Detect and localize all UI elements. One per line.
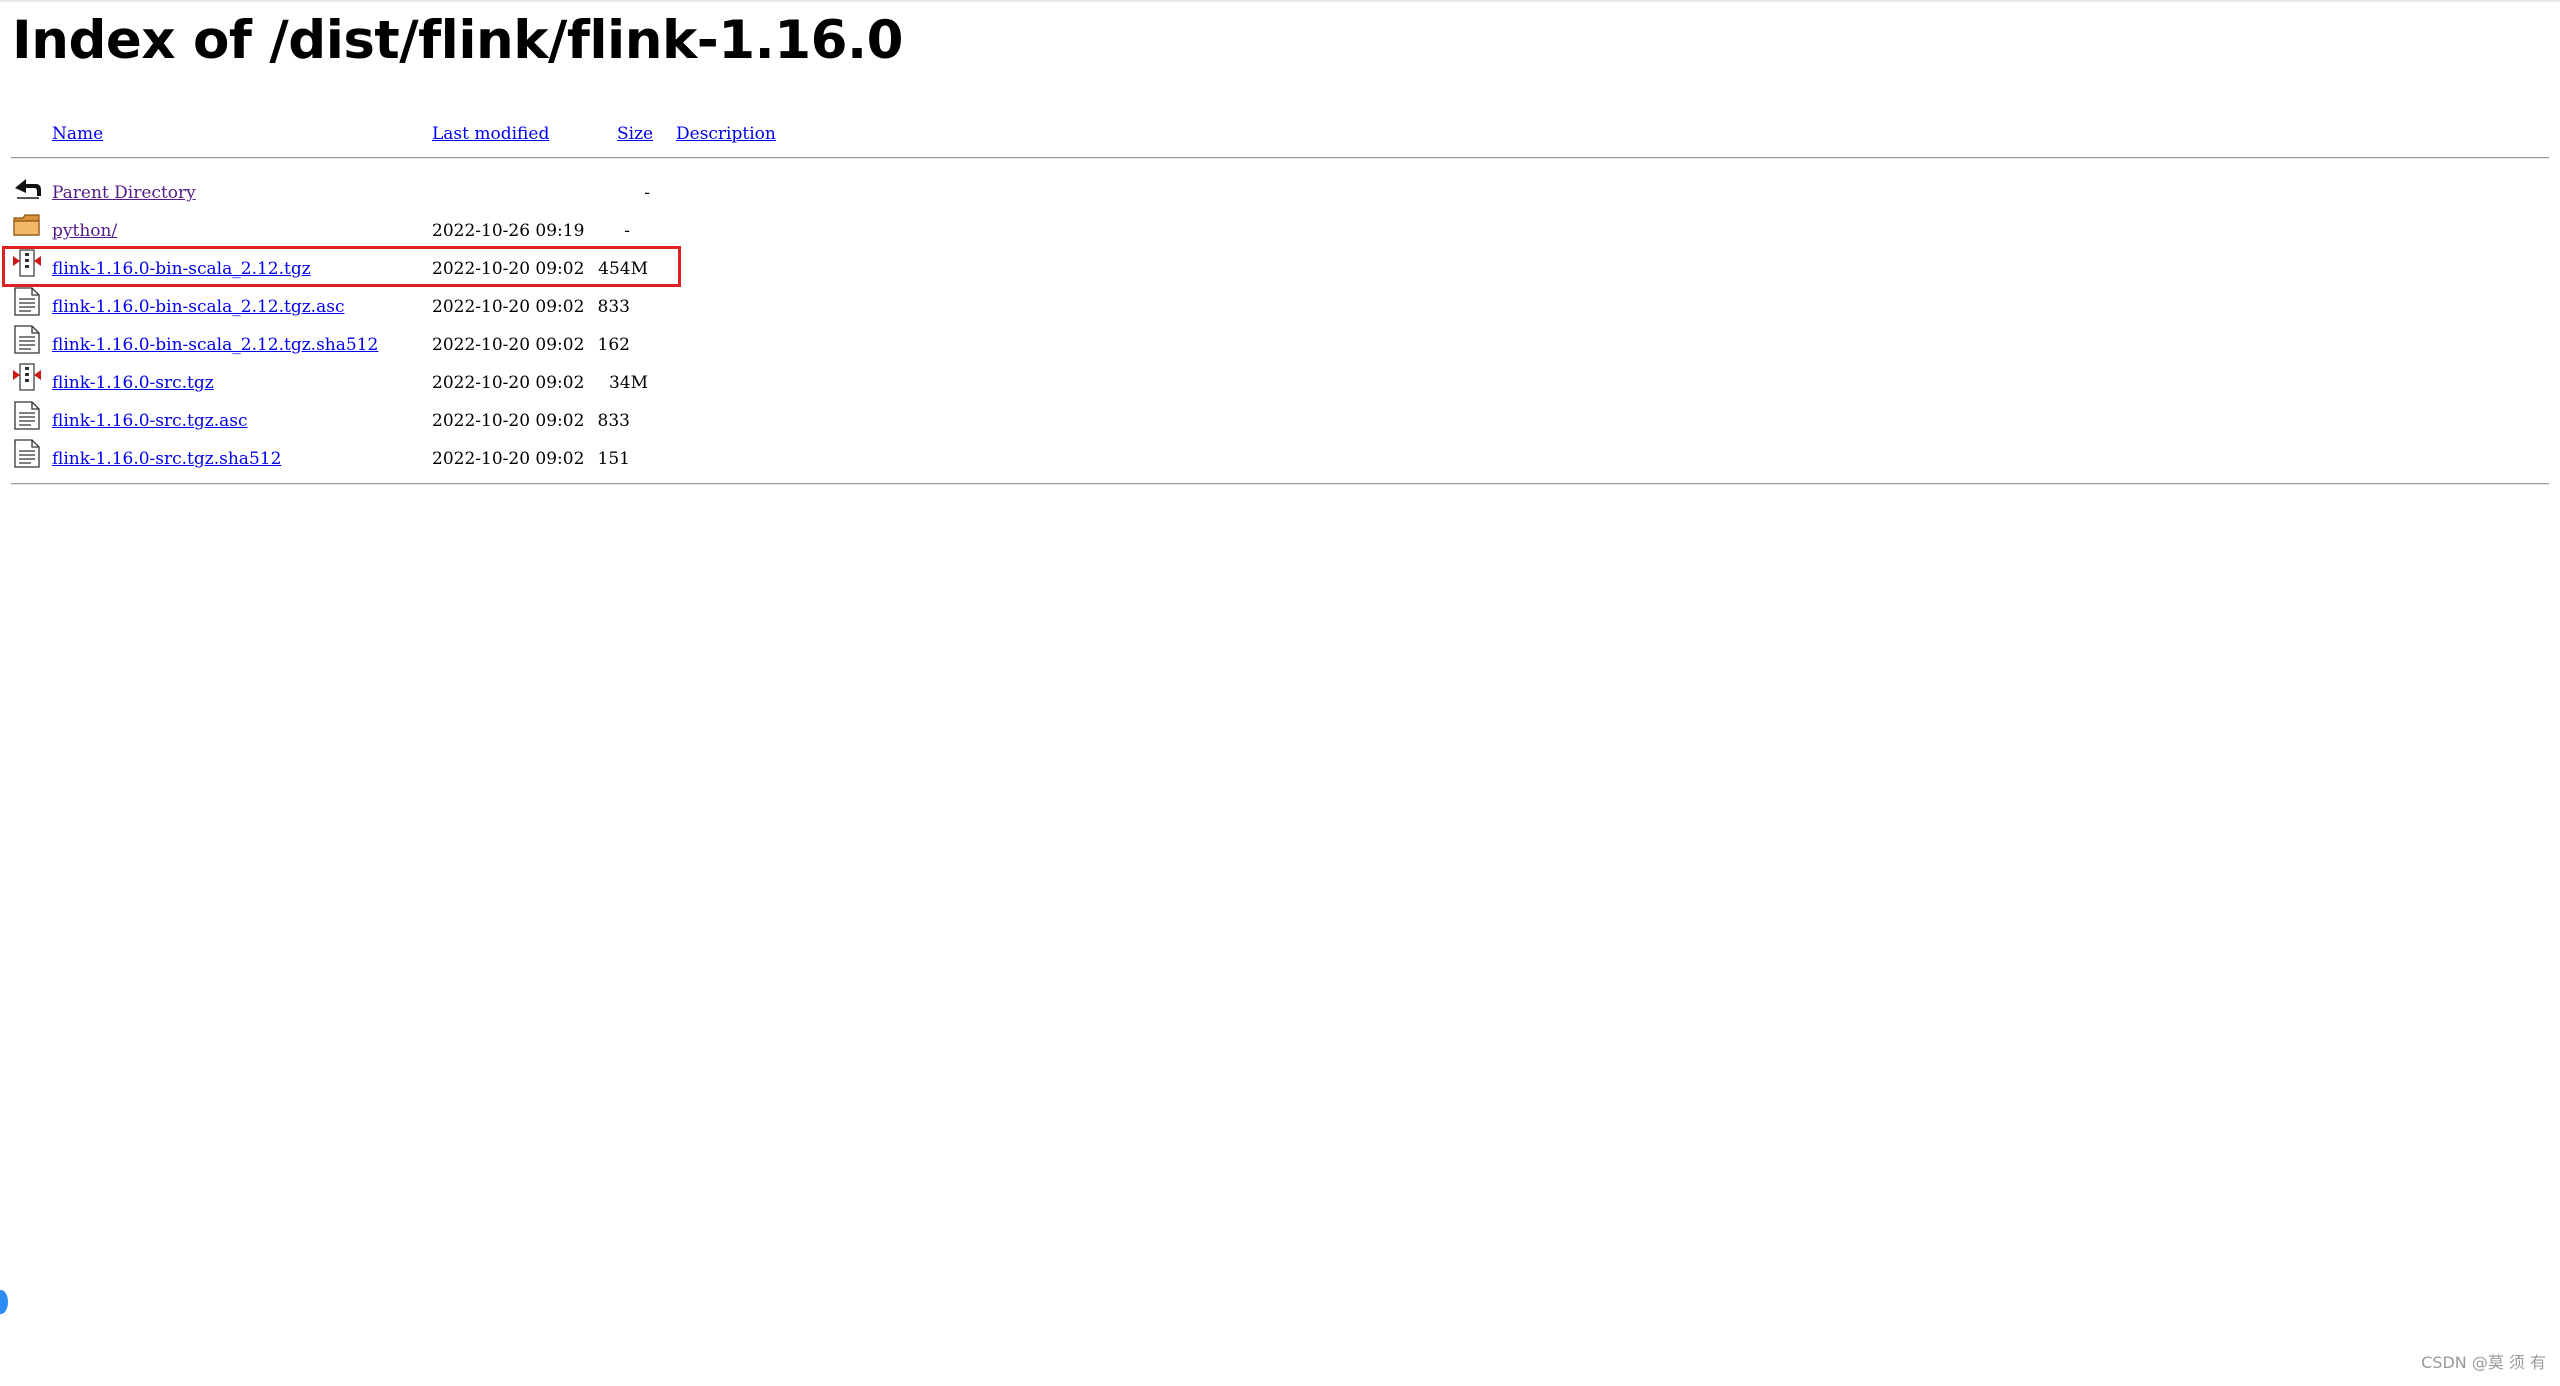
parent-directory-link[interactable]: Parent Directory: [52, 183, 196, 203]
folder-icon: [12, 210, 42, 240]
sort-by-last-modified-link[interactable]: Last modified: [432, 124, 549, 144]
sort-by-name-link[interactable]: Name: [52, 124, 103, 144]
row-size: -: [644, 183, 650, 203]
table-row-src-tgz: flink-1.16.0-src.tgz 2022-10-20 09:02 34…: [0, 362, 1000, 400]
flink-bin-tgz-sha512-link[interactable]: flink-1.16.0-bin-scala_2.12.tgz.sha512: [52, 335, 378, 355]
row-size: -: [624, 221, 630, 241]
flink-src-tgz-asc-link[interactable]: flink-1.16.0-src.tgz.asc: [52, 411, 248, 431]
back-icon: [12, 172, 42, 202]
sort-by-size-link[interactable]: Size: [617, 124, 653, 144]
row-date: 2022-10-20 09:02: [432, 373, 585, 393]
table-row-parent-directory: Parent Directory -: [0, 172, 1000, 210]
highlight-annotation-box: [2, 246, 681, 287]
row-date: 2022-10-20 09:02: [432, 335, 585, 355]
flink-src-tgz-link[interactable]: flink-1.16.0-src.tgz: [52, 373, 214, 393]
row-date: 2022-10-20 09:02: [432, 449, 585, 469]
row-size: 833: [597, 297, 630, 317]
footer-divider: [11, 483, 2549, 485]
text-file-icon: [12, 438, 42, 468]
floating-widget-button[interactable]: [0, 1290, 8, 1314]
row-date: 2022-10-26 09:19: [432, 221, 585, 241]
text-file-icon: [12, 286, 42, 316]
python-folder-link[interactable]: python/: [52, 221, 117, 241]
table-row-src-tgz-sha512: flink-1.16.0-src.tgz.sha512 2022-10-20 0…: [0, 438, 1000, 476]
table-row-src-tgz-asc: flink-1.16.0-src.tgz.asc 2022-10-20 09:0…: [0, 400, 1000, 438]
row-size: 833: [597, 411, 630, 431]
header-divider: [11, 157, 2549, 159]
archive-icon: [12, 362, 42, 392]
row-size: 162: [597, 335, 630, 355]
row-date: 2022-10-20 09:02: [432, 411, 585, 431]
table-row-python: python/ 2022-10-26 09:19 -: [0, 210, 1000, 248]
row-date: 2022-10-20 09:02: [432, 297, 585, 317]
flink-bin-tgz-asc-link[interactable]: flink-1.16.0-bin-scala_2.12.tgz.asc: [52, 297, 344, 317]
top-border: [0, 0, 2560, 2]
text-file-icon: [12, 324, 42, 354]
sort-by-description-link[interactable]: Description: [676, 124, 776, 144]
table-row-bin-tgz-asc: flink-1.16.0-bin-scala_2.12.tgz.asc 2022…: [0, 286, 1000, 324]
table-row-bin-tgz-sha512: flink-1.16.0-bin-scala_2.12.tgz.sha512 2…: [0, 324, 1000, 362]
flink-src-tgz-sha512-link[interactable]: flink-1.16.0-src.tgz.sha512: [52, 449, 281, 469]
watermark: CSDN @莫 须 有: [2421, 1353, 2546, 1372]
row-size: 34M: [608, 373, 648, 393]
text-file-icon: [12, 400, 42, 430]
page-title: Index of /dist/flink/flink-1.16.0: [12, 10, 903, 71]
row-size: 151: [597, 449, 630, 469]
